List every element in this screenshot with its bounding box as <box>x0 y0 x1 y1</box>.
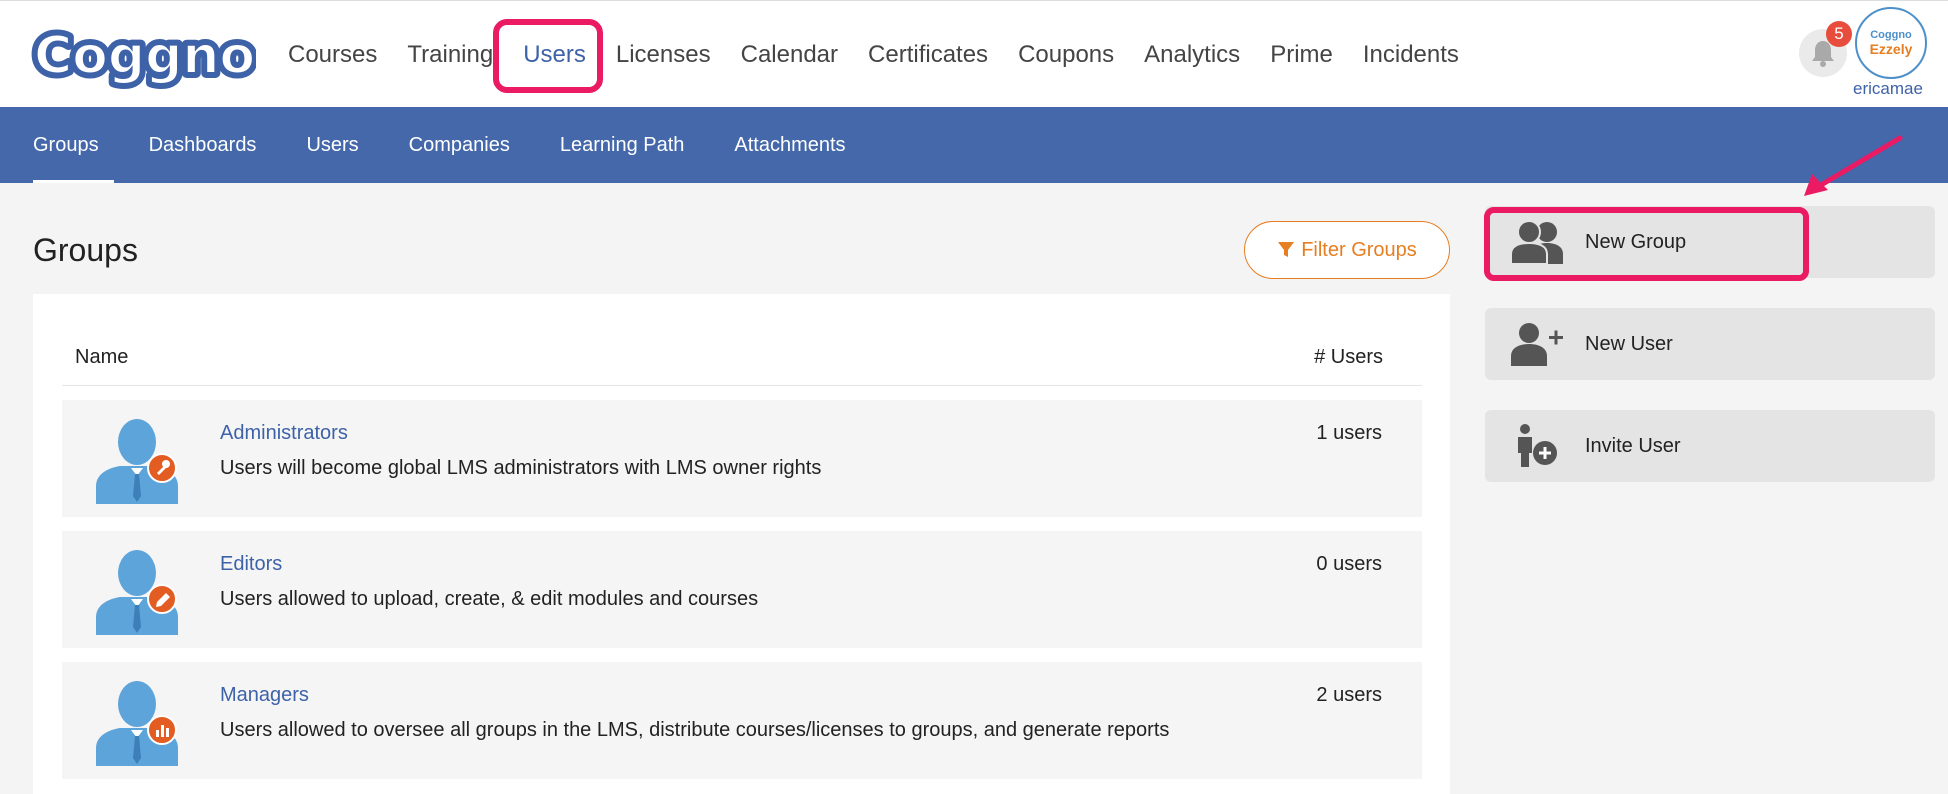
invite-user-label: Invite User <box>1585 434 1681 457</box>
main-nav: Courses Training Users Licenses Calendar… <box>288 1 1489 108</box>
avatar-line2: Ezzely <box>1869 41 1913 57</box>
table-row[interactable]: Administrators Users will become global … <box>62 400 1422 517</box>
group-user-count: 1 users <box>1316 422 1382 444</box>
header-divider <box>62 385 1422 386</box>
top-navbar: Coggno Coggno Courses Training Users Lic… <box>0 0 1948 107</box>
subnav-learning-path[interactable]: Learning Path <box>560 107 685 183</box>
nav-courses[interactable]: Courses <box>288 41 377 69</box>
subnav-groups[interactable]: Groups <box>33 107 114 183</box>
nav-training[interactable]: Training <box>407 41 493 69</box>
nav-incidents[interactable]: Incidents <box>1363 41 1459 69</box>
table-row[interactable]: Editors Users allowed to upload, create,… <box>62 531 1422 648</box>
new-user-button[interactable]: New User <box>1485 308 1935 380</box>
editor-user-icon <box>94 547 180 635</box>
col-header-name[interactable]: Name <box>75 346 128 369</box>
table-row[interactable]: Managers Users allowed to oversee all gr… <box>62 662 1422 779</box>
nav-certificates[interactable]: Certificates <box>868 41 988 69</box>
invite-user-icon <box>1511 423 1571 469</box>
filter-groups-label: Filter Groups <box>1301 238 1417 261</box>
group-name-link[interactable]: Editors <box>220 553 282 576</box>
nav-analytics[interactable]: Analytics <box>1144 41 1240 69</box>
filter-groups-button[interactable]: Filter Groups <box>1244 221 1450 279</box>
col-header-users[interactable]: # Users <box>1314 346 1383 369</box>
nav-licenses[interactable]: Licenses <box>616 41 711 69</box>
avatar-line1: Coggno <box>1870 29 1912 41</box>
coggno-logo[interactable]: Coggno Coggno <box>30 19 256 89</box>
group-description: Users will become global LMS administrat… <box>220 457 822 479</box>
group-user-count: 2 users <box>1316 684 1382 706</box>
user-plus-icon <box>1511 322 1571 366</box>
new-group-button[interactable]: New Group <box>1485 206 1935 278</box>
group-user-count: 0 users <box>1316 553 1382 575</box>
user-avatar[interactable]: Coggno Ezzely <box>1855 7 1927 79</box>
subnav-attachments[interactable]: Attachments <box>734 107 845 183</box>
page-title: Groups <box>33 232 138 268</box>
nav-coupons[interactable]: Coupons <box>1018 41 1114 69</box>
group-name-link[interactable]: Administrators <box>220 422 348 445</box>
group-description: Users allowed to oversee all groups in t… <box>220 719 1170 741</box>
manager-user-icon <box>94 678 180 766</box>
notification-count-badge: 5 <box>1826 21 1852 47</box>
nav-users[interactable]: Users <box>523 41 586 69</box>
group-name-link[interactable]: Managers <box>220 684 309 707</box>
username-label[interactable]: ericamae <box>1853 79 1923 99</box>
pointer-arrow-icon <box>1804 135 1903 196</box>
subnav-companies[interactable]: Companies <box>409 107 510 183</box>
admin-user-icon <box>94 416 180 504</box>
subnav-dashboards[interactable]: Dashboards <box>149 107 257 183</box>
new-group-label: New Group <box>1585 230 1687 253</box>
new-user-label: New User <box>1585 332 1673 355</box>
subnav-users[interactable]: Users <box>306 107 358 183</box>
nav-prime[interactable]: Prime <box>1270 41 1333 69</box>
users-group-icon <box>1511 220 1571 264</box>
logo-text: Coggno <box>34 26 255 86</box>
group-description: Users allowed to upload, create, & edit … <box>220 588 759 610</box>
sub-navbar: Groups Dashboards Users Companies Learni… <box>0 107 1948 183</box>
nav-calendar[interactable]: Calendar <box>741 41 838 69</box>
invite-user-button[interactable]: Invite User <box>1485 410 1935 482</box>
groups-table: Name # Users Administrators Users will b… <box>33 294 1450 794</box>
filter-icon <box>1278 242 1295 257</box>
